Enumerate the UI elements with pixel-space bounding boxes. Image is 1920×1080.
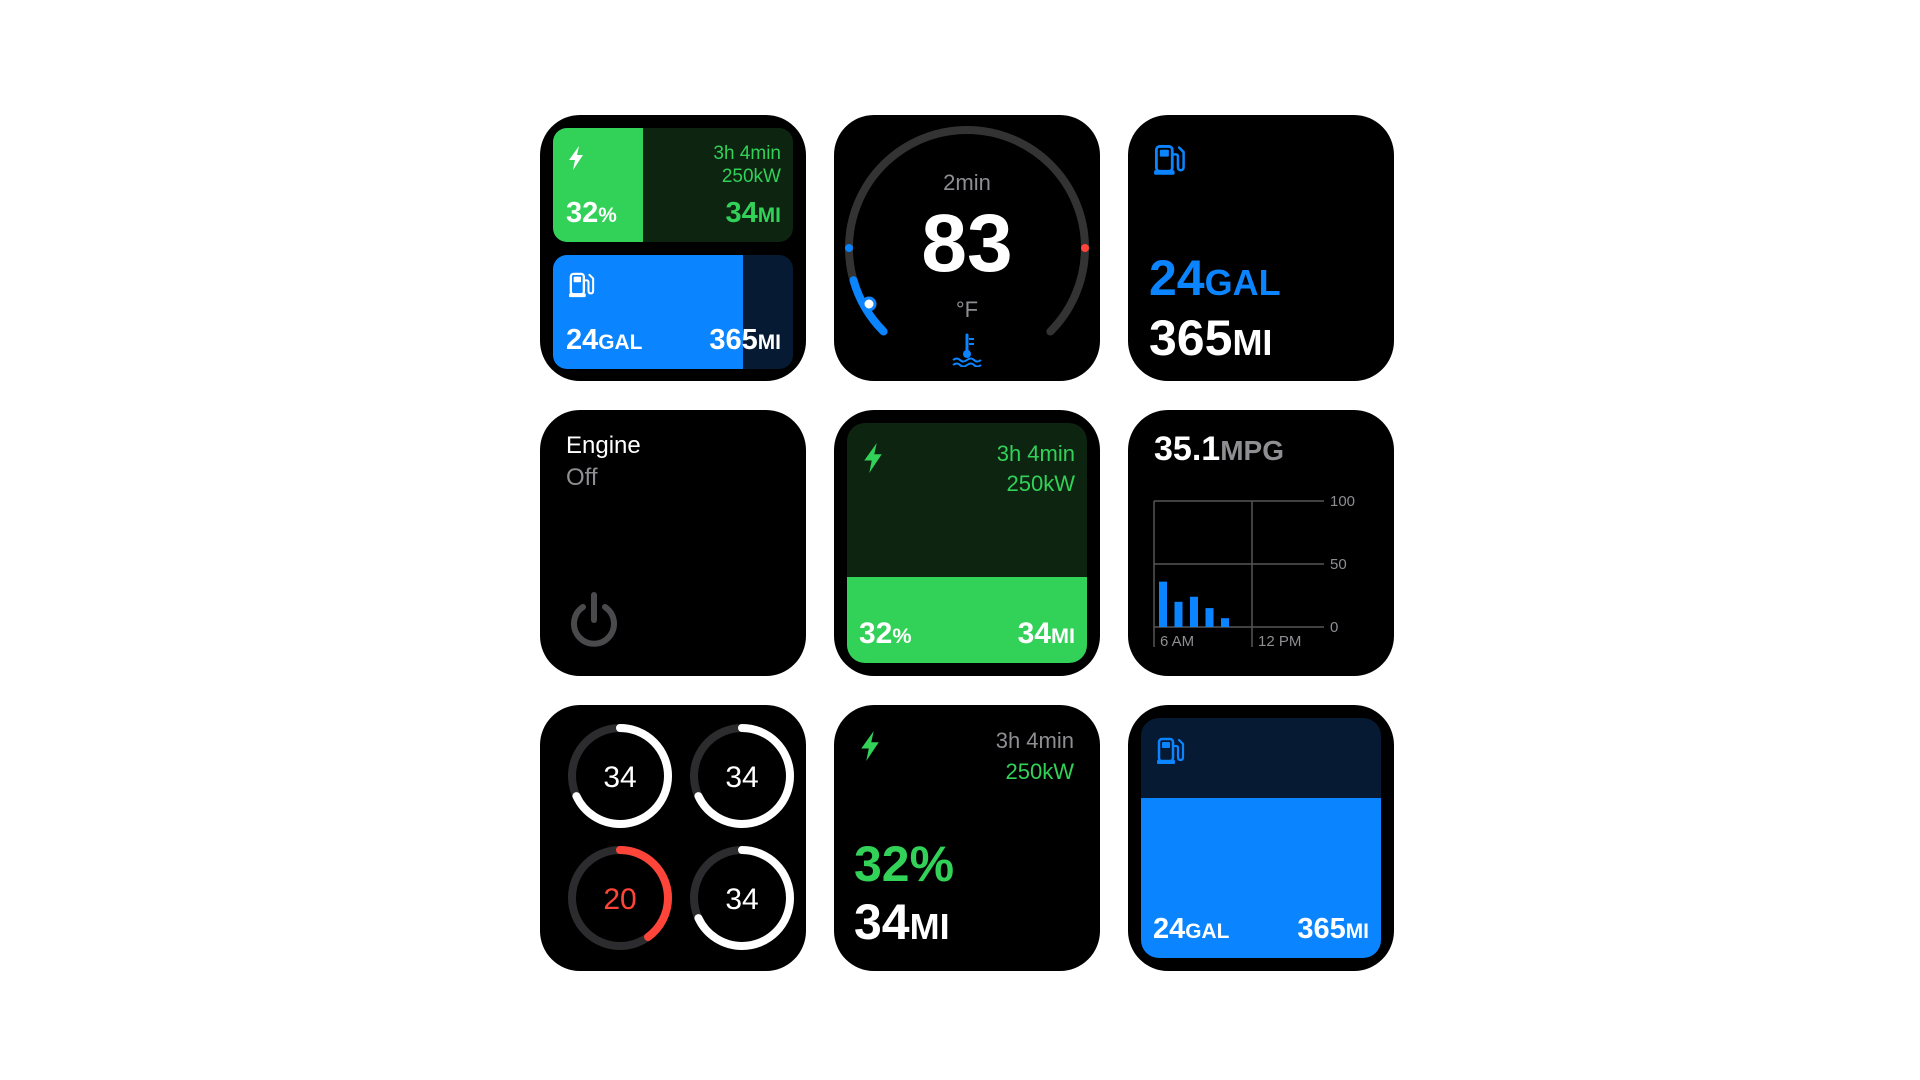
engine-status: Off: [566, 464, 598, 491]
tire-value-rl: 20: [603, 883, 637, 916]
mpg-bar: [1190, 596, 1198, 627]
fuel-gallons: 24GAL: [1149, 250, 1281, 306]
fuel-level-widget[interactable]: 24GAL 365MI: [1128, 705, 1394, 971]
fuel-range: 365MI: [1297, 913, 1369, 945]
gauge-duration: 2min: [943, 170, 991, 195]
ev-fuel-combined-widget[interactable]: 3h 4min 250kW 32% 34MI 24GAL 365MI: [540, 115, 806, 381]
ev-charge-card: 3h 4min 250kW 32% 34MI: [553, 128, 793, 242]
fuel-pump-icon: [1157, 736, 1185, 766]
ev-percent: 32%: [854, 836, 955, 892]
mpg-bar: [1174, 601, 1183, 627]
fuel-card: 24GAL 365MI: [553, 255, 793, 369]
fuel-gallons: 24GAL: [566, 324, 643, 356]
ev-range: 34MI: [854, 894, 950, 950]
tire-value-rr: 34: [725, 883, 759, 916]
ev-percent: 32%: [859, 617, 912, 650]
bolt-icon: [568, 146, 584, 170]
tire-value-fr: 34: [725, 761, 759, 794]
ev-range: 34MI: [725, 197, 781, 229]
charge-time: 3h 4min: [995, 728, 1074, 753]
fuel-range: 365MI: [1149, 310, 1273, 366]
tire-pressure-widget[interactable]: 34 34 20 34: [540, 705, 806, 971]
x-tick-label: 12 PM: [1258, 633, 1301, 650]
charge-power: 250kW: [1005, 759, 1074, 784]
coolant-temp-value: 83: [921, 198, 1013, 289]
fuel-pump-icon: [1154, 143, 1186, 177]
engine-status-widget[interactable]: Engine Off: [540, 410, 806, 676]
tire-gauges: [568, 724, 794, 950]
y-tick-label: 50: [1330, 556, 1347, 573]
ev-charge-widget[interactable]: 3h 4min 250kW 32% 34MI: [834, 410, 1100, 676]
ev-charge-card: 3h 4min 250kW 32% 34MI: [847, 423, 1087, 663]
mpg-bar-chart: 100 50 0 6 AM 12 PM: [1153, 493, 1355, 650]
y-tick-label: 0: [1330, 619, 1338, 636]
fuel-gallons: 24GAL: [1153, 913, 1230, 945]
fuel-economy-widget[interactable]: 35.1MPG 100 50 0 6 AM 12 PM: [1128, 410, 1394, 676]
coolant-temperature-widget[interactable]: 2min 83 °F: [834, 115, 1100, 381]
charge-time: 3h 4min: [713, 143, 781, 164]
fuel-card: 24GAL 365MI: [1141, 718, 1381, 958]
engine-title: Engine: [566, 432, 641, 459]
fuel-range: 365MI: [709, 324, 781, 356]
fuel-range-widget[interactable]: 24GAL 365MI: [1128, 115, 1394, 381]
ev-percent: 32%: [566, 197, 617, 229]
charge-time: 3h 4min: [996, 441, 1075, 466]
mpg-bar: [1159, 581, 1167, 627]
temp-unit: °F: [955, 297, 979, 322]
y-tick-label: 100: [1330, 493, 1355, 510]
bolt-icon: [860, 730, 880, 762]
ev-summary-widget[interactable]: 3h 4min 250kW 32% 34MI: [834, 705, 1100, 971]
tire-value-fl: 34: [603, 761, 637, 794]
ev-range: 34MI: [1017, 617, 1075, 650]
coolant-temperature-icon: [952, 333, 982, 367]
charge-power: 250kW: [1006, 471, 1075, 496]
x-tick-label: 6 AM: [1160, 633, 1194, 650]
bolt-icon: [863, 443, 883, 473]
mpg-bar: [1221, 618, 1229, 627]
power-icon[interactable]: [564, 590, 624, 650]
charge-power: 250kW: [721, 166, 781, 187]
fuel-pump-icon: [569, 271, 595, 299]
mpg-bar: [1205, 608, 1214, 627]
